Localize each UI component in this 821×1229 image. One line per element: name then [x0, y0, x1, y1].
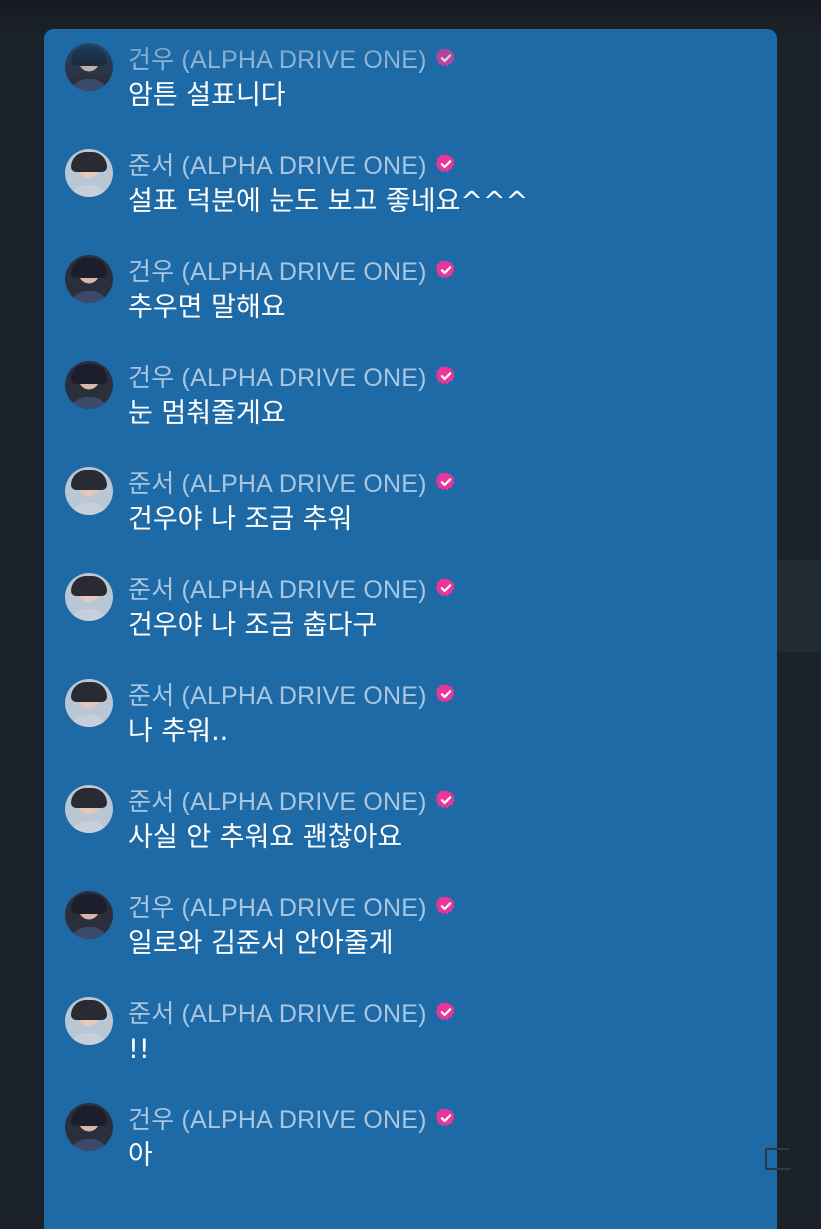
chat-message: 준서 (ALPHA DRIVE ONE) 사실 안 추워요 괜찮아요	[44, 771, 777, 871]
verified-badge-icon	[435, 789, 457, 811]
message-text: 아	[128, 1140, 153, 1171]
junseo-avatar[interactable]	[65, 467, 113, 515]
verified-badge-icon	[435, 47, 457, 69]
corner-bracket-icon	[765, 1148, 791, 1170]
message-header: 준서 (ALPHA DRIVE ONE)	[128, 570, 457, 606]
message-header: 준서 (ALPHA DRIVE ONE)	[128, 994, 457, 1030]
verified-badge-icon	[435, 895, 457, 917]
chat-message: 준서 (ALPHA DRIVE ONE) 건우야 나 조금 춥다구	[44, 559, 777, 659]
author-name[interactable]: 준서 (ALPHA DRIVE ONE)	[128, 146, 427, 182]
chat-message: 준서 (ALPHA DRIVE ONE) !!	[44, 983, 777, 1083]
gunwoo-avatar[interactable]	[65, 1103, 113, 1151]
message-text: 사실 안 추워요 괜찮아요	[128, 822, 403, 853]
junseo-avatar[interactable]	[65, 997, 113, 1045]
junseo-avatar[interactable]	[65, 785, 113, 833]
junseo-avatar[interactable]	[65, 679, 113, 727]
message-header: 건우 (ALPHA DRIVE ONE)	[128, 358, 457, 394]
message-header: 건우 (ALPHA DRIVE ONE)	[128, 252, 457, 288]
message-header: 건우 (ALPHA DRIVE ONE)	[128, 40, 457, 76]
chat-message: 건우 (ALPHA DRIVE ONE) 눈 멈춰줄게요	[44, 347, 777, 447]
author-name[interactable]: 건우 (ALPHA DRIVE ONE)	[128, 252, 427, 288]
junseo-avatar[interactable]	[65, 149, 113, 197]
author-name[interactable]: 건우 (ALPHA DRIVE ONE)	[128, 888, 427, 924]
chat-message: 건우 (ALPHA DRIVE ONE) 아	[44, 1089, 777, 1189]
chat-message: 건우 (ALPHA DRIVE ONE) 암튼 설표니다	[44, 29, 777, 129]
author-name[interactable]: 준서 (ALPHA DRIVE ONE)	[128, 676, 427, 712]
message-header: 준서 (ALPHA DRIVE ONE)	[128, 464, 457, 500]
background-side-panel	[777, 560, 821, 652]
author-name[interactable]: 준서 (ALPHA DRIVE ONE)	[128, 570, 427, 606]
message-text: 건우야 나 조금 추워	[128, 504, 353, 535]
gunwoo-avatar[interactable]	[65, 255, 113, 303]
message-header: 준서 (ALPHA DRIVE ONE)	[128, 146, 457, 182]
junseo-avatar[interactable]	[65, 573, 113, 621]
chat-message: 준서 (ALPHA DRIVE ONE) 건우야 나 조금 추워	[44, 453, 777, 553]
message-header: 준서 (ALPHA DRIVE ONE)	[128, 676, 457, 712]
message-text: 건우야 나 조금 춥다구	[128, 610, 378, 641]
author-name[interactable]: 준서 (ALPHA DRIVE ONE)	[128, 464, 427, 500]
message-text: 일로와 김준서 안아줄게	[128, 928, 394, 959]
verified-badge-icon	[435, 365, 457, 387]
verified-badge-icon	[435, 1001, 457, 1023]
chat-panel[interactable]: 건우 (ALPHA DRIVE ONE) 암튼 설표니다 준서 (ALPHA D…	[44, 29, 777, 1229]
verified-badge-icon	[435, 471, 457, 493]
message-header: 준서 (ALPHA DRIVE ONE)	[128, 782, 457, 818]
chat-message: 건우 (ALPHA DRIVE ONE) 추우면 말해요	[44, 241, 777, 341]
gunwoo-avatar[interactable]	[65, 43, 113, 91]
verified-badge-icon	[435, 577, 457, 599]
author-name[interactable]: 건우 (ALPHA DRIVE ONE)	[128, 358, 427, 394]
verified-badge-icon	[435, 1107, 457, 1129]
message-header: 건우 (ALPHA DRIVE ONE)	[128, 888, 457, 924]
message-header: 건우 (ALPHA DRIVE ONE)	[128, 1100, 457, 1136]
verified-badge-icon	[435, 153, 457, 175]
author-name[interactable]: 준서 (ALPHA DRIVE ONE)	[128, 994, 427, 1030]
verified-badge-icon	[435, 259, 457, 281]
author-name[interactable]: 준서 (ALPHA DRIVE ONE)	[128, 782, 427, 818]
message-text: 추우면 말해요	[128, 292, 286, 323]
chat-message: 준서 (ALPHA DRIVE ONE) 설표 덕분에 눈도 보고 좋네요^^^	[44, 135, 777, 235]
chat-message: 건우 (ALPHA DRIVE ONE) 일로와 김준서 안아줄게	[44, 877, 777, 977]
author-name[interactable]: 건우 (ALPHA DRIVE ONE)	[128, 1100, 427, 1136]
author-name[interactable]: 건우 (ALPHA DRIVE ONE)	[128, 40, 427, 76]
chat-message: 준서 (ALPHA DRIVE ONE) 나 추워..	[44, 665, 777, 765]
verified-badge-icon	[435, 683, 457, 705]
message-text: 나 추워..	[128, 716, 229, 747]
message-text: 설표 덕분에 눈도 보고 좋네요^^^	[128, 186, 529, 217]
message-text: 암튼 설표니다	[128, 80, 286, 111]
gunwoo-avatar[interactable]	[65, 891, 113, 939]
gunwoo-avatar[interactable]	[65, 361, 113, 409]
message-text: !!	[128, 1034, 150, 1065]
message-text: 눈 멈춰줄게요	[128, 398, 286, 429]
